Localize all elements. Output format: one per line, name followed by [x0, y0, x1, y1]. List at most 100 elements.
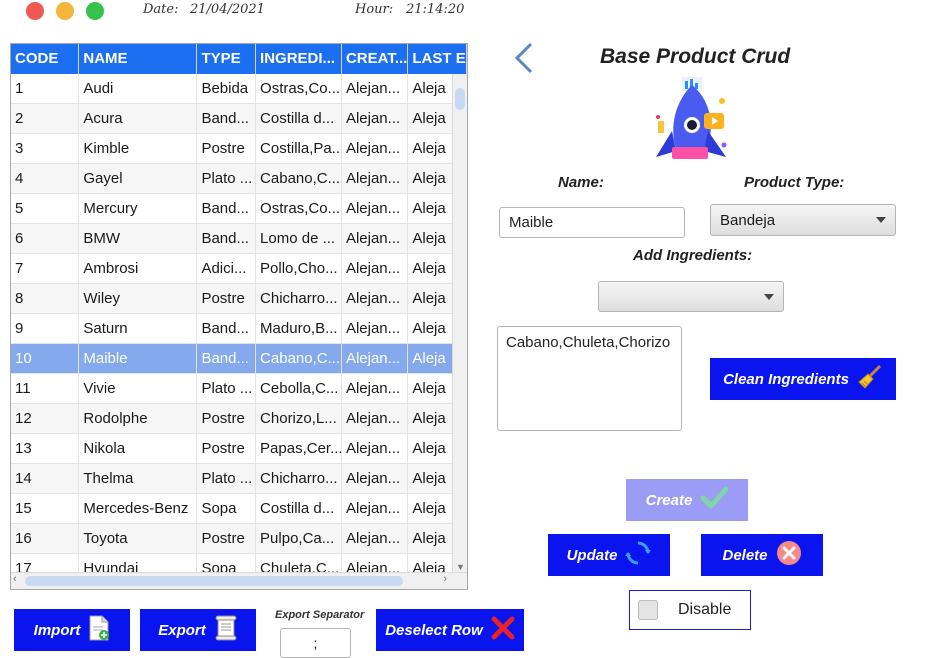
maximize-window-button[interactable] — [86, 2, 104, 20]
column-header[interactable]: LAST E — [408, 44, 467, 74]
table-header: CODE NAME TYPE INGREDI... CREAT... LAST E — [11, 44, 467, 74]
table-cell: Alejan... — [342, 404, 409, 434]
table-cell: 11 — [11, 374, 80, 404]
table-cell: Band... — [197, 194, 257, 224]
table-cell: 16 — [11, 524, 80, 554]
table-cell: Alejan... — [342, 74, 409, 104]
disable-label: Disable — [678, 601, 732, 618]
create-button[interactable]: Create — [626, 479, 748, 521]
table-cell: 14 — [11, 464, 80, 494]
horizontal-scroll-thumb[interactable] — [25, 576, 403, 586]
table-cell: Toyota — [79, 524, 198, 554]
table-cell: Ambrosi — [79, 254, 198, 284]
broom-icon — [857, 364, 883, 394]
table-body: 1 Audi Bebida Ostras,Co... Alejan... Aleja 2 Ac… — [11, 74, 467, 584]
clean-ingredients-button[interactable]: Clean Ingredients — [710, 358, 896, 400]
table-cell: Chicharro... — [256, 284, 342, 314]
table-row[interactable]: 4 Gayel Plato ... Cabano,C... Alejan... Aleja — [11, 164, 467, 194]
table-cell: Postre — [197, 434, 257, 464]
back-chevron-icon[interactable] — [513, 42, 535, 78]
export-separator-input[interactable] — [280, 628, 351, 658]
column-header[interactable]: NAME — [79, 44, 198, 74]
rocket-logo-icon — [642, 75, 734, 175]
horizontal-scrollbar[interactable]: ‹ › — [11, 572, 467, 589]
product-type-select[interactable]: Bandeja — [710, 204, 896, 236]
scroll-left-icon[interactable]: ‹ — [13, 573, 17, 585]
export-button[interactable]: Export — [140, 609, 256, 651]
column-header[interactable]: TYPE — [197, 44, 257, 74]
table-row[interactable]: 5 Mercury Band... Ostras,Co... Alejan... Alej… — [11, 194, 467, 224]
scroll-down-icon[interactable]: ▼ — [456, 562, 465, 572]
table-cell: 4 — [11, 164, 80, 194]
import-button[interactable]: Import — [14, 609, 130, 651]
table-cell: Alejan... — [342, 524, 409, 554]
close-window-button[interactable] — [26, 2, 44, 20]
table-row[interactable]: 1 Audi Bebida Ostras,Co... Alejan... Aleja — [11, 74, 467, 104]
column-header[interactable]: CODE — [11, 44, 80, 74]
table-cell: Papas,Cer... — [256, 434, 342, 464]
table-cell: Alejan... — [342, 464, 409, 494]
deselect-row-button[interactable]: Deselect Row — [376, 609, 524, 651]
table-row[interactable]: 11 Vivie Plato ... Cebolla,C... Alejan... Ale… — [11, 374, 467, 404]
table-cell: Rodolphe — [79, 404, 198, 434]
table-row[interactable]: 7 Ambrosi Adici... Pollo,Cho... Alejan... Ale… — [11, 254, 467, 284]
table-cell: Alejan... — [342, 284, 409, 314]
table-row[interactable]: 13 Nikola Postre Papas,Cer... Alejan... Aleja — [11, 434, 467, 464]
deselect-row-button-label: Deselect Row — [385, 621, 483, 639]
column-header[interactable]: INGREDI... — [256, 44, 342, 74]
vertical-scrollbar[interactable]: ▼ — [452, 74, 467, 574]
update-button[interactable]: Update — [548, 534, 670, 576]
table-cell: Postre — [197, 524, 257, 554]
name-label: Name: — [558, 174, 604, 191]
export-button-label: Export — [158, 621, 206, 639]
disable-checkbox[interactable]: Disable — [629, 590, 751, 630]
minimize-window-button[interactable] — [56, 2, 74, 20]
checkmark-icon — [700, 486, 729, 514]
delete-button[interactable]: Delete — [701, 534, 823, 576]
table-row[interactable]: 2 Acura Band... Costilla d... Alejan... Aleja — [11, 104, 467, 134]
table-cell: Maduro,B... — [256, 314, 342, 344]
table-cell: Mercedes-Benz — [79, 494, 198, 524]
ingredients-select[interactable] — [598, 281, 784, 312]
hour-value: 21:14:20 — [406, 2, 465, 17]
disable-checkbox-box[interactable] — [638, 600, 658, 620]
table-row[interactable]: 3 Kimble Postre Costilla,Pa... Alejan... Alej… — [11, 134, 467, 164]
table-row[interactable]: 12 Rodolphe Postre Chorizo,L... Alejan... Ale… — [11, 404, 467, 434]
table-cell: Saturn — [79, 314, 198, 344]
table-cell: Plato ... — [197, 374, 257, 404]
table-cell: Alejan... — [342, 224, 409, 254]
table-cell: Costilla d... — [256, 104, 342, 134]
table-cell: Plato ... — [197, 164, 257, 194]
ingredients-textarea[interactable]: Cabano,Chuleta,Chorizo — [497, 326, 682, 431]
scroll-right-icon[interactable]: › — [443, 573, 447, 585]
table-cell: 2 — [11, 104, 80, 134]
import-button-label: Import — [33, 621, 81, 639]
export-separator-label: Export Separator — [275, 609, 365, 621]
table-cell: Gayel — [79, 164, 198, 194]
table-row[interactable]: 14 Thelma Plato ... Chicharro... Alejan... Al… — [11, 464, 467, 494]
delete-button-label: Delete — [722, 546, 768, 564]
table-row[interactable]: 9 Saturn Band... Maduro,B... Alejan... Aleja — [11, 314, 467, 344]
table-cell: Vivie — [79, 374, 198, 404]
table-cell: Kimble — [79, 134, 198, 164]
dropdown-caret-icon — [764, 293, 774, 300]
date-value: 21/04/2021 — [190, 2, 265, 17]
table-cell: 10 — [11, 344, 80, 374]
table-cell: Postre — [197, 284, 257, 314]
table-row[interactable]: 8 Wiley Postre Chicharro... Alejan... Aleja — [11, 284, 467, 314]
table-cell: Nikola — [79, 434, 198, 464]
products-table[interactable]: CODE NAME TYPE INGREDI... CREAT... LAST E 1 Au… — [10, 43, 468, 590]
vertical-scroll-thumb[interactable] — [455, 88, 465, 110]
table-cell: Alejan... — [342, 434, 409, 464]
table-cell: 6 — [11, 224, 80, 254]
table-row[interactable]: 10 Maible Band... Cabano,C... Alejan... Aleja — [11, 344, 467, 374]
table-cell: Cebolla,C... — [256, 374, 342, 404]
name-input[interactable] — [499, 207, 685, 238]
table-cell: Sopa — [197, 494, 257, 524]
table-row[interactable]: 15 Mercedes-Benz Sopa Costilla d... Alejan..… — [11, 494, 467, 524]
column-header[interactable]: CREAT... — [342, 44, 409, 74]
table-row[interactable]: 6 BMW Band... Lomo de ... Alejan... Aleja — [11, 224, 467, 254]
table-row[interactable]: 16 Toyota Postre Pulpo,Ca... Alejan... Aleja — [11, 524, 467, 554]
table-cell: Chicharro... — [256, 464, 342, 494]
table-cell: 1 — [11, 74, 80, 104]
